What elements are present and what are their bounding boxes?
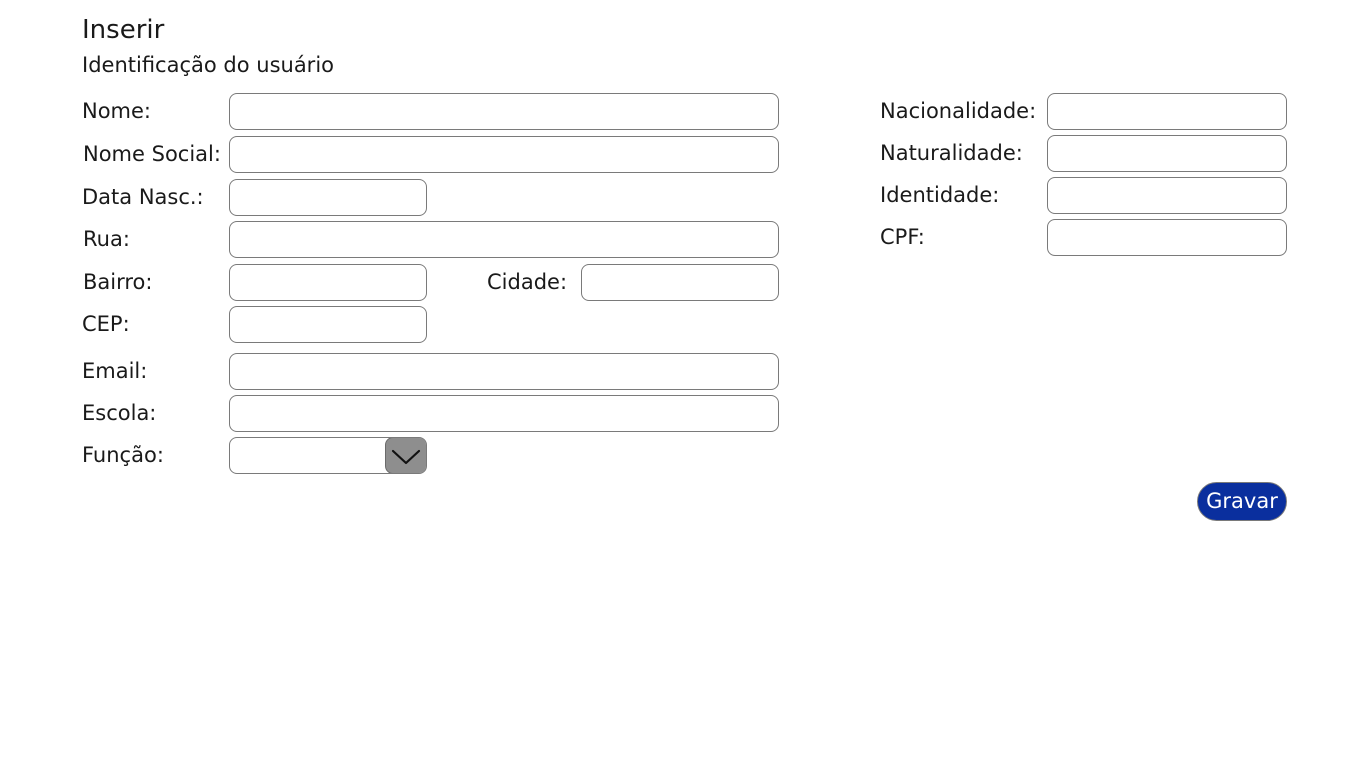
email-input[interactable] bbox=[229, 353, 779, 390]
data-nasc-label: Data Nasc.: bbox=[82, 185, 204, 209]
chevron-down-icon bbox=[391, 449, 421, 464]
page-title: Inserir bbox=[82, 15, 165, 45]
funcao-dropdown-button[interactable] bbox=[385, 438, 426, 473]
cpf-label: CPF: bbox=[880, 225, 925, 249]
identidade-input[interactable] bbox=[1047, 177, 1287, 214]
bairro-input[interactable] bbox=[229, 264, 427, 301]
rua-label: Rua: bbox=[83, 227, 130, 251]
nome-label: Nome: bbox=[82, 99, 152, 123]
bairro-label: Bairro: bbox=[83, 270, 153, 294]
naturalidade-input[interactable] bbox=[1047, 135, 1287, 172]
identidade-label: Identidade: bbox=[880, 183, 1000, 207]
cep-label: CEP: bbox=[82, 312, 130, 336]
user-form-page: Inserir Identificação do usuário Nome: N… bbox=[0, 0, 1366, 768]
nome-social-label: Nome Social: bbox=[83, 142, 221, 166]
email-label: Email: bbox=[82, 359, 148, 383]
nome-input[interactable] bbox=[229, 93, 779, 130]
rua-input[interactable] bbox=[229, 221, 779, 258]
nacionalidade-input[interactable] bbox=[1047, 93, 1287, 130]
cpf-input[interactable] bbox=[1047, 219, 1287, 256]
funcao-select[interactable] bbox=[229, 437, 427, 474]
cidade-input[interactable] bbox=[581, 264, 779, 301]
escola-label: Escola: bbox=[82, 401, 157, 425]
cep-input[interactable] bbox=[229, 306, 427, 343]
save-button[interactable]: Gravar bbox=[1197, 482, 1287, 521]
nacionalidade-label: Nacionalidade: bbox=[880, 99, 1037, 123]
escola-input[interactable] bbox=[229, 395, 779, 432]
section-subtitle: Identificação do usuário bbox=[82, 53, 334, 77]
data-nasc-input[interactable] bbox=[229, 179, 427, 216]
nome-social-input[interactable] bbox=[229, 136, 779, 173]
naturalidade-label: Naturalidade: bbox=[880, 141, 1023, 165]
funcao-label: Função: bbox=[82, 443, 164, 467]
cidade-label: Cidade: bbox=[487, 270, 568, 294]
